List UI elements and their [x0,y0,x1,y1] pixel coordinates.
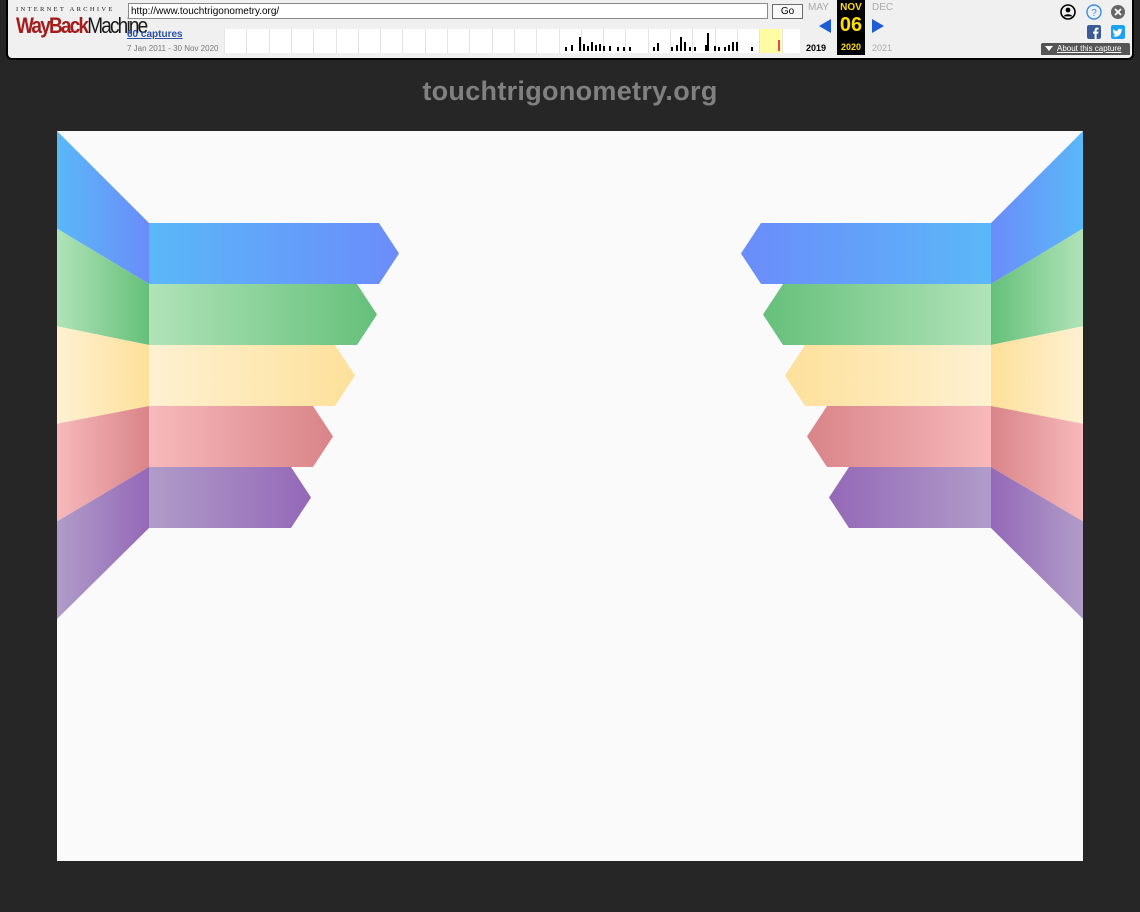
capture-sparkline[interactable] [224,29,800,53]
sparkline-year-cell [603,29,625,53]
logo-internet-archive: INTERNET ARCHIVE [16,6,115,13]
sparkline-current-marker [778,40,780,51]
sparkline-year-cell [469,29,491,53]
sparkline-year-cell [268,29,291,53]
right-ribbon-arrow-red [807,406,991,467]
sparkline-capture-bar [718,47,720,51]
next-capture-arrow-icon[interactable] [872,19,884,33]
right-ribbon-arrow-purple [829,467,991,528]
sparkline-year-cell [402,29,424,53]
left-ribbon-arrow-yellow [149,345,355,406]
sparkline-capture-bar [714,46,716,51]
site-title: touchtrigonometry.org [422,76,718,106]
sparkline-capture-bar [623,47,625,51]
sparkline-capture-bar [629,47,631,51]
year-next: 2021 [872,43,893,53]
sparkline-year-cell [246,29,268,53]
sparkline-capture-bar [724,47,726,51]
right-ribbon-arrow-green [763,284,991,345]
sparkline-capture-bar [609,46,611,51]
sparkline-capture-bar [617,47,619,51]
current-year: 2020 [840,42,862,52]
sparkline-year-cell [313,29,335,53]
sparkline-capture-bar [565,47,567,51]
expand-triangle-icon [1045,46,1053,51]
left-ribbon-arrow-blue [149,223,399,284]
current-capture-date: NOV 06 2020 [837,0,865,55]
sparkline-capture-bar [571,45,573,51]
left-ribbon-arrow-green [149,284,377,345]
sparkline-capture-bar [587,46,589,51]
about-this-capture-button[interactable]: About this capture [1041,43,1130,55]
sparkline-capture-bar [595,45,597,51]
right-ribbon-stack [741,131,1083,619]
left-ribbon-arrow-red [149,406,333,467]
sparkline-capture-bar [736,42,738,51]
sparkline-capture-bar [603,46,605,51]
sparkline-capture-bar [591,42,593,51]
trig-app-canvas[interactable] [57,131,1083,861]
current-month: NOV [840,2,862,13]
sparkline-capture-bar [583,44,585,51]
sparkline-year-cell [424,29,447,53]
captures-date-range: 7 Jan 2011 - 30 Nov 2020 [127,44,219,53]
help-icon[interactable]: ? [1086,4,1102,20]
sparkline-year-cell [224,29,246,53]
sparkline-capture-bar [653,47,655,51]
sparkline-capture-bar [751,47,753,51]
sparkline-capture-bar [657,43,659,51]
sparkline-year-cell [290,29,313,53]
go-button[interactable]: Go [772,4,803,19]
sparkline-year-cell [380,29,402,53]
year-prev[interactable]: 2019 [806,43,826,53]
sparkline-capture-bar [676,45,678,51]
sparkline-capture-bar [599,44,601,51]
sparkline-capture-bar [707,33,709,51]
sparkline-capture-bar [728,45,730,51]
sparkline-year-cell [736,29,759,53]
rainbow-ribbon-graphic [57,131,1083,619]
sparkline-year-cell [781,29,804,53]
twitter-icon[interactable] [1111,25,1125,39]
svg-text:?: ? [1091,8,1097,19]
close-icon[interactable] [1110,4,1126,20]
current-day: 06 [839,14,863,36]
sparkline-year-cell [536,29,558,53]
captures-link[interactable]: 60 captures [127,29,183,40]
sparkline-capture-bar [680,37,682,51]
facebook-icon[interactable] [1087,25,1101,39]
left-ribbon-stack [57,131,399,619]
user-account-icon[interactable] [1060,4,1076,20]
wayback-logo[interactable]: INTERNET ARCHIVE WayBackMachine [16,6,148,46]
sparkline-capture-bar [689,47,691,51]
right-ribbon-arrow-blue [741,223,991,284]
prev-capture-arrow-icon[interactable] [819,19,831,33]
sparkline-capture-bar [684,42,686,51]
wayback-toolbar: INTERNET ARCHIVE WayBackMachine Go 60 ca… [6,0,1134,60]
sparkline-year-cell [491,29,514,53]
left-ribbon-arrow-purple [149,467,311,528]
url-input[interactable] [128,3,768,19]
sparkline-year-cell [357,29,380,53]
sparkline-capture-bar [732,42,734,51]
month-prev[interactable]: MAY [808,2,829,13]
month-next: DEC [872,2,894,13]
sparkline-year-cell [447,29,469,53]
sparkline-year-cell [335,29,358,53]
sparkline-capture-bar [579,37,581,51]
sparkline-year-cell [513,29,536,53]
sparkline-year-cell [558,29,581,53]
sparkline-capture-bar [671,47,673,51]
logo-wayback-machine: WayBackMachine [16,14,148,39]
right-ribbon-arrow-yellow [785,345,991,406]
sparkline-capture-bar [694,47,696,51]
